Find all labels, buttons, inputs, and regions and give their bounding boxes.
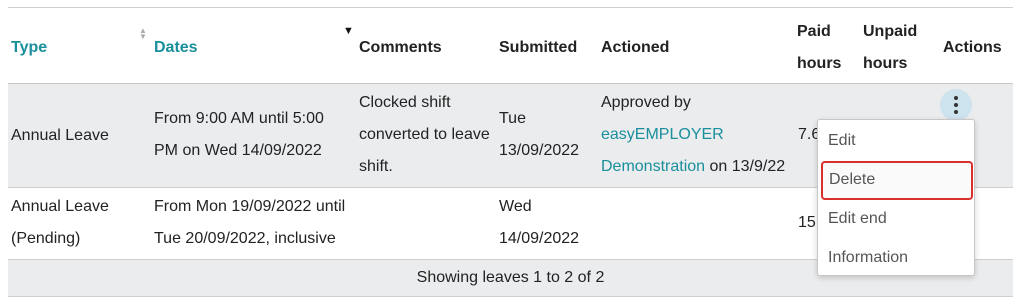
row2-type-line2: (Pending) [11,230,81,247]
kebab-dot [954,96,958,100]
row2-submitted-line1: Wed [499,198,532,215]
sort-descending-icon[interactable]: ▼ [343,25,354,37]
menu-item-information[interactable]: Information [818,238,974,277]
header-dates[interactable]: Dates [154,32,198,64]
header-comments: Comments [359,39,442,56]
row1-comments-line1: Clocked shift [359,94,451,111]
header-actions: Actions [943,39,1002,56]
header-actioned: Actioned [601,39,670,56]
menu-item-edit[interactable]: Edit [818,121,974,160]
header-submitted: Submitted [499,39,578,56]
row1-actioned-link-line1[interactable]: easyEMPLOYER [601,119,724,152]
row1-actioned-line3: Demonstration on 13/9/22 [601,151,785,184]
row1-submitted-line2: 13/09/2022 [499,142,580,159]
row1-actioned-suffix: on 13/9/22 [705,158,786,175]
row2-dates-line1: From Mon 19/09/2022 until [154,198,346,215]
row2-dates-line2: Tue 20/09/2022, inclusive [154,230,336,247]
row1-actioned-prefix: Approved by [601,94,691,111]
row1-comments-line3: shift. [359,158,393,175]
row1-dates-line2: PM on Wed 14/09/2022 [154,142,322,159]
row1-submitted-line1: Tue [499,110,526,127]
actions-dropdown-menu: Edit Delete Edit end Information [817,119,975,276]
more-actions-icon[interactable] [940,89,972,121]
row2-paid-hours: 15 [798,214,816,231]
header-unpaid-hours-line1: Unpaid [863,23,918,40]
row1-type: Annual Leave [11,127,109,144]
header-unpaid-hours-line2: hours [863,55,908,72]
kebab-dot [954,110,958,114]
header-paid-hours-line1: Paid [797,23,831,40]
header-type[interactable]: Type [11,32,47,64]
kebab-dot [954,103,958,107]
header-paid-hours-line2: hours [797,55,842,72]
sort-both-icon[interactable]: ▲ ▼ [139,27,147,41]
row2-type-line1: Annual Leave [11,198,109,215]
row1-dates-line1: From 9:00 AM until 5:00 [154,110,324,127]
row2-submitted-line2: 14/09/2022 [499,230,580,247]
row1-comments-line2: converted to leave [359,126,490,143]
menu-item-edit-end[interactable]: Edit end [818,199,974,238]
menu-item-delete[interactable]: Delete [821,161,973,200]
row1-actioned-link-line2[interactable]: Demonstration [601,158,705,175]
table-header: Type ▲ ▼ Dates ▼ Comments Submitted Actio… [8,8,1013,84]
